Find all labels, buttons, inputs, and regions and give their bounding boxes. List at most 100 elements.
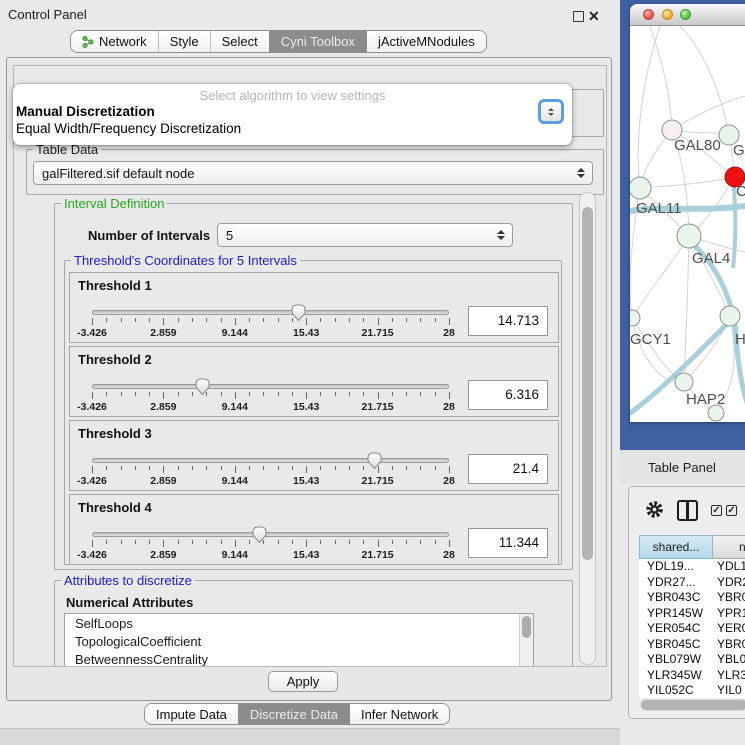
tab-impute-data[interactable]: Impute Data <box>145 704 238 724</box>
network-node-label: GAL80 <box>674 137 721 154</box>
settings-scrollbar[interactable] <box>579 192 596 665</box>
major-tick <box>306 466 307 473</box>
algorithm-combo-focus-cap[interactable] <box>538 99 564 124</box>
table-data-combo[interactable]: galFiltered.sif default node <box>33 161 593 185</box>
tab-jactivemnodules[interactable]: jActiveMNodules <box>366 31 486 52</box>
table-row[interactable]: YBR045CYBR0 <box>639 637 745 653</box>
attribute-item[interactable]: SelfLoops <box>65 614 533 632</box>
network-node[interactable] <box>630 177 651 199</box>
table-rows[interactable]: YDL19...YDL1YDR27...YDR2YBR043CYBR0YPR14… <box>639 559 745 698</box>
threshold-value-field[interactable]: 14.713 <box>468 306 548 336</box>
numerical-attributes-list[interactable]: SelfLoopsTopologicalCoefficientBetweenne… <box>64 613 534 667</box>
minor-tick <box>249 466 250 470</box>
network-window[interactable]: GAL80GACGAL11GAL4GCY1HHAP2 <box>630 4 745 422</box>
table-header-row: shared... na <box>639 535 745 559</box>
apply-button[interactable]: Apply <box>268 671 338 692</box>
threshold-value-field[interactable]: 6.316 <box>468 380 548 410</box>
tab-style[interactable]: Style <box>158 31 210 52</box>
minor-tick <box>121 466 122 470</box>
cell-shared-name: YLR345W <box>639 668 713 684</box>
table-row[interactable]: YDR27...YDR2 <box>639 575 745 591</box>
threshold-slider-track[interactable] <box>92 532 449 537</box>
major-tick <box>449 392 450 399</box>
num-intervals-combo[interactable]: 5 <box>217 223 513 247</box>
network-node[interactable] <box>677 224 701 248</box>
network-edge[interactable] <box>632 236 689 318</box>
table-row[interactable]: YLR345WYLR3 <box>639 668 745 684</box>
attributes-list-scrollbar[interactable] <box>519 614 533 667</box>
settings-scroll-area: Interval Definition Number of Intervals … <box>15 191 607 667</box>
minor-tick <box>106 540 107 544</box>
table-row[interactable]: YDL19...YDL1 <box>639 559 745 575</box>
attribute-item[interactable]: BetweennessCentrality <box>65 650 533 667</box>
minimize-traffic-light-icon[interactable] <box>662 9 673 20</box>
attribute-item[interactable]: TopologicalCoefficient <box>65 632 533 650</box>
threshold-label: Threshold 2 <box>78 352 152 367</box>
minor-tick <box>363 392 364 396</box>
network-edge[interactable] <box>680 26 729 135</box>
split-columns-icon[interactable] <box>677 500 698 521</box>
cell-name: YLR3 <box>713 668 745 684</box>
network-edge[interactable] <box>672 94 745 130</box>
interval-definition-title: Interval Definition <box>61 196 167 211</box>
threshold-slider-thumb[interactable] <box>366 451 383 470</box>
table-horizontal-scrollbar[interactable] <box>640 699 745 711</box>
table-row[interactable]: YER054CYER0 <box>639 621 745 637</box>
tab-network[interactable]: Network <box>71 31 158 52</box>
minor-tick <box>335 392 336 396</box>
combo-spinner-icon <box>497 224 505 246</box>
tab-select[interactable]: Select <box>210 31 269 52</box>
tick-label: 28 <box>443 475 455 487</box>
threshold-value-field[interactable]: 11.344 <box>468 528 548 558</box>
threshold-slider-track[interactable] <box>92 458 449 463</box>
cell-shared-name: YBR043C <box>639 590 713 606</box>
major-tick <box>235 392 236 399</box>
checked-box-icon[interactable]: ✓ <box>711 505 722 516</box>
threshold-slider-thumb[interactable] <box>251 525 268 544</box>
cell-shared-name: YER054C <box>639 621 713 637</box>
major-tick <box>163 540 164 547</box>
tick-label: 15.43 <box>293 401 319 413</box>
checked-box-icon[interactable]: ✓ <box>726 505 737 516</box>
network-node[interactable] <box>675 373 693 391</box>
minor-tick <box>392 540 393 544</box>
minor-tick <box>192 392 193 396</box>
column-header-name[interactable]: na <box>713 535 745 559</box>
threshold-slider-thumb[interactable] <box>290 303 307 322</box>
network-edge[interactable] <box>640 177 735 188</box>
threshold-slider-thumb[interactable] <box>194 377 211 396</box>
major-tick <box>92 392 93 399</box>
threshold-slider-track[interactable] <box>92 310 449 315</box>
column-header-shared[interactable]: shared... <box>639 535 713 559</box>
network-node[interactable] <box>630 310 640 326</box>
dropdown-item-equal-width-frequency-discretization[interactable]: Equal Width/Frequency Discretization <box>13 120 572 137</box>
tick-label: -3.426 <box>77 549 107 561</box>
float-window-icon[interactable] <box>573 11 584 22</box>
tab-label: Select <box>222 34 258 49</box>
table-row[interactable]: YBL079WYBL0 <box>639 652 745 668</box>
table-row[interactable]: YIL052CYIL0 <box>639 683 745 698</box>
minor-tick <box>292 466 293 470</box>
tab-infer-network[interactable]: Infer Network <box>349 704 449 724</box>
cell-name: YBR0 <box>713 637 745 653</box>
close-icon[interactable]: ✕ <box>588 11 600 22</box>
tab-cyni-toolbox[interactable]: Cyni Toolbox <box>269 31 366 52</box>
close-traffic-light-icon[interactable] <box>643 9 654 20</box>
table-row[interactable]: YBR043CYBR0 <box>639 590 745 606</box>
dropdown-item-manual-discretization[interactable]: Manual Discretization <box>13 103 572 120</box>
network-canvas[interactable]: GAL80GACGAL11GAL4GCY1HHAP2 <box>630 26 745 422</box>
threshold-slider-track[interactable] <box>92 384 449 389</box>
minor-tick <box>406 392 407 396</box>
table-row[interactable]: YPR145WYPR1 <box>639 606 745 622</box>
gear-icon[interactable] <box>645 500 664 519</box>
tab-discretize-data[interactable]: Discretize Data <box>238 704 349 724</box>
minor-tick <box>392 466 393 470</box>
network-node[interactable] <box>720 306 740 326</box>
zoom-traffic-light-icon[interactable] <box>680 9 691 20</box>
minor-tick <box>135 392 136 396</box>
threshold-4-panel: Threshold 4-3.4262.8599.14415.4321.71528… <box>69 494 559 565</box>
tick-label: -3.426 <box>77 475 107 487</box>
network-edge[interactable] <box>650 26 672 130</box>
network-node-label: GA <box>733 142 745 159</box>
threshold-value-field[interactable]: 21.4 <box>468 454 548 484</box>
